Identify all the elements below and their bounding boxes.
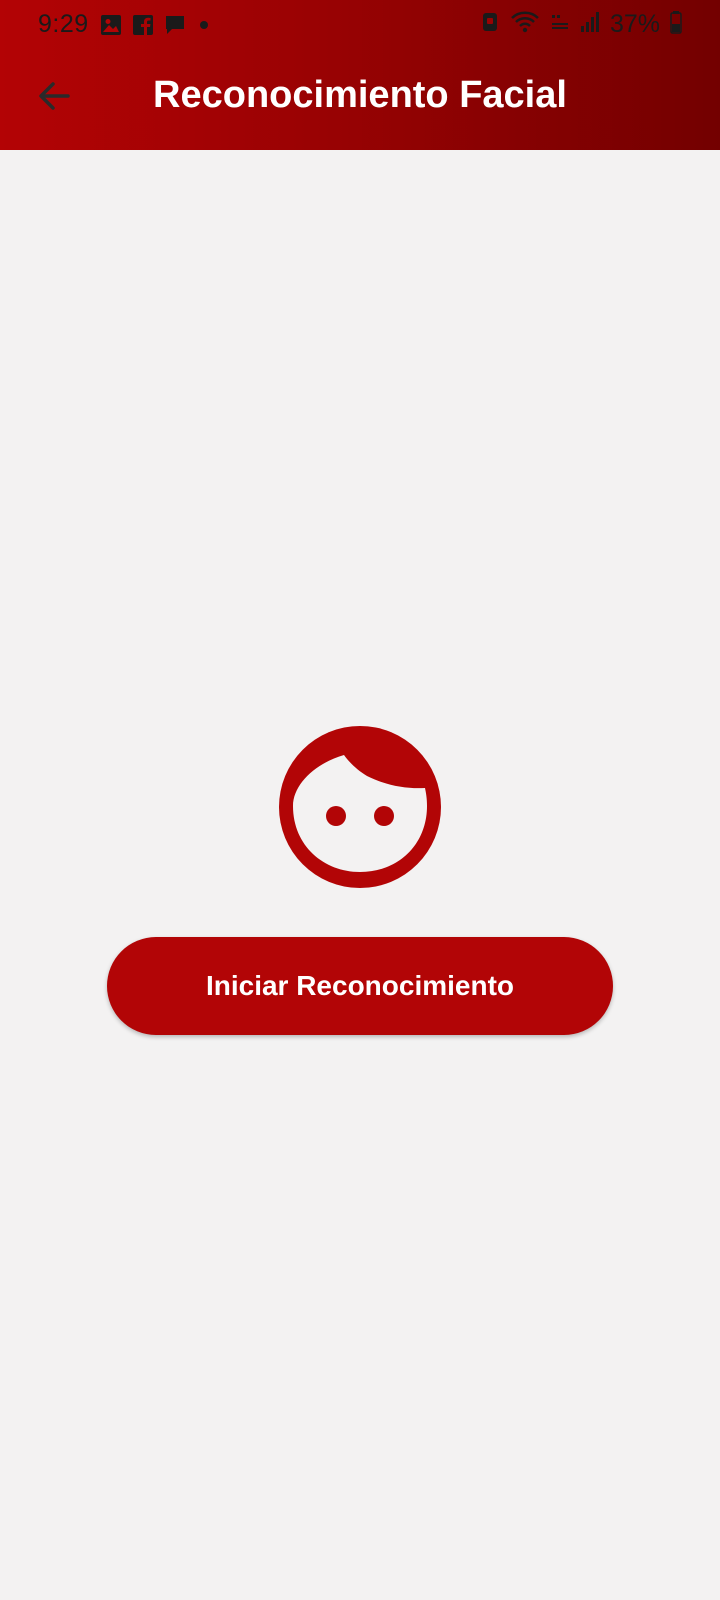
facebook-icon — [132, 14, 154, 41]
battery-percent: 37% — [609, 10, 660, 38]
status-time: 9:29 — [38, 10, 89, 38]
battery-icon — [670, 10, 682, 39]
main-content: Iniciar Reconocimiento — [0, 150, 720, 1600]
wifi-icon — [510, 10, 540, 39]
page-title: Reconocimiento Facial — [153, 74, 567, 116]
face-icon — [279, 726, 441, 888]
volte-icon — [550, 10, 570, 39]
gallery-icon — [100, 14, 122, 41]
alarm-icon — [480, 10, 500, 39]
start-recognition-button[interactable]: Iniciar Reconocimiento — [107, 937, 613, 1035]
dot-icon — [196, 14, 212, 41]
signal-icon — [580, 10, 600, 39]
app-bar: 9:29 37% Reconocimiento Facial — [0, 0, 720, 150]
toolbar: Reconocimiento Facial — [0, 52, 720, 150]
status-left-icons — [100, 14, 212, 41]
message-icon — [164, 14, 186, 41]
status-right-icons: 37% — [480, 10, 682, 39]
start-recognition-label: Iniciar Reconocimiento — [205, 970, 515, 1001]
status-bar: 9:29 37% — [0, 0, 720, 52]
